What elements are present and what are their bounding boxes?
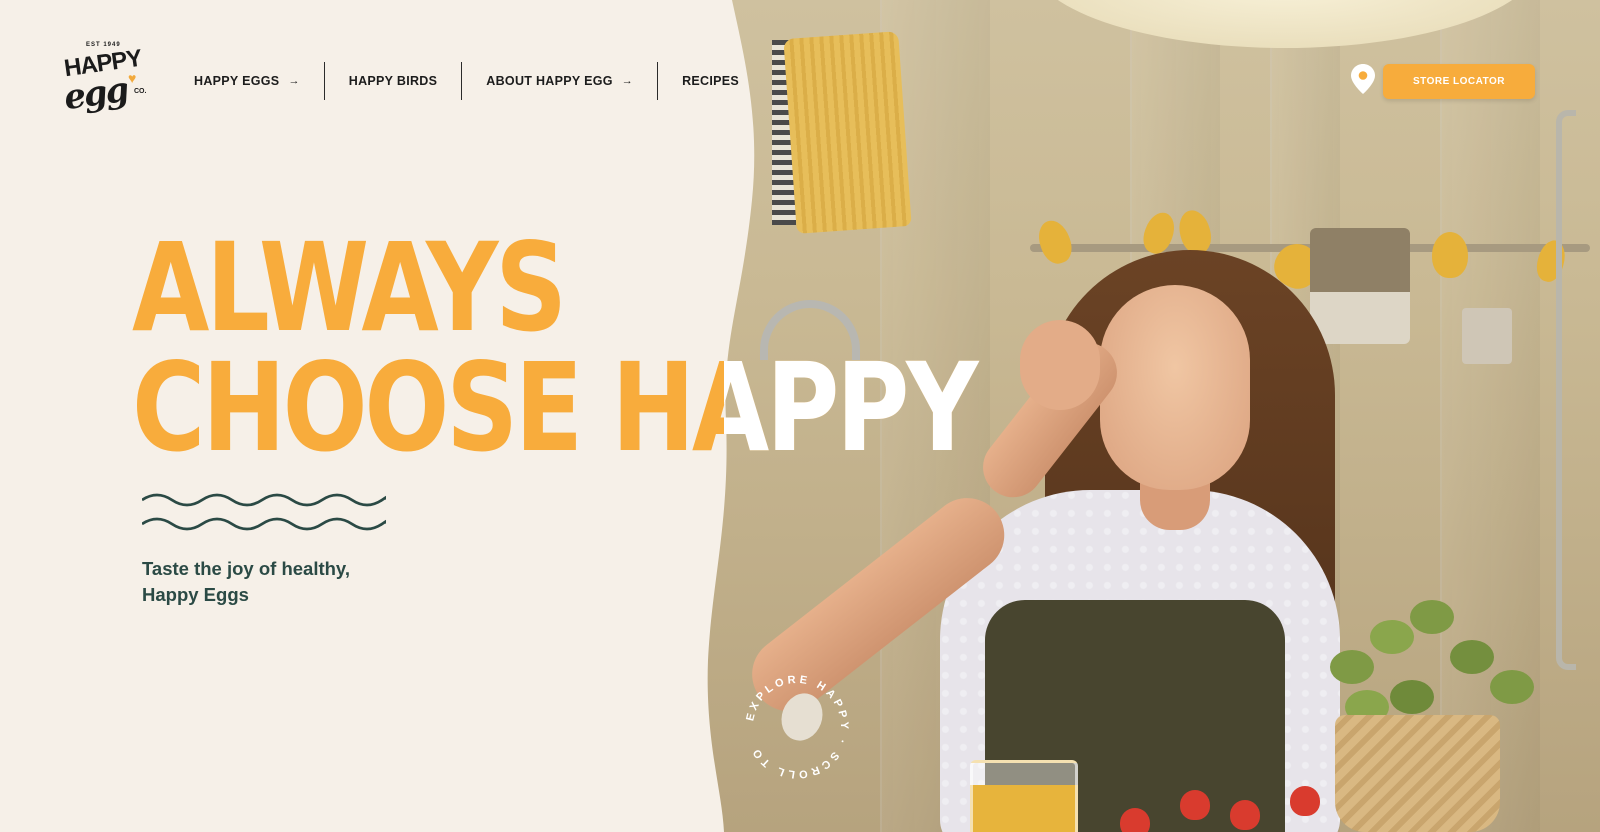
nav-item-label: ABOUT HAPPY EGG xyxy=(486,74,613,88)
store-locator-button[interactable]: STORE LOCATOR xyxy=(1383,64,1535,99)
nav-item-happy-eggs[interactable]: HAPPY EGGS → xyxy=(170,62,324,100)
spoon xyxy=(1432,232,1468,278)
logo-co-text: CO. xyxy=(134,88,147,95)
spoon xyxy=(1033,216,1077,268)
plant-leaf xyxy=(1330,650,1374,684)
girl-hand xyxy=(1020,320,1100,410)
cabinet-panel xyxy=(1440,0,1540,832)
nav-item-label: HAPPY EGGS xyxy=(194,74,280,88)
main-nav: HAPPY EGGS → HAPPY BIRDS ABOUT HAPPY EGG… xyxy=(170,62,763,100)
nav-item-label: RECIPES xyxy=(682,74,740,88)
heart-icon: ♥ xyxy=(128,70,137,86)
juice-glass xyxy=(970,760,1078,832)
strawberry xyxy=(1120,808,1150,832)
hero-tagline: Taste the joy of healthy, Happy Eggs xyxy=(142,558,350,605)
headline-line-2: CHOOSE HAPPY xyxy=(132,337,979,479)
nav-item-recipes[interactable]: RECIPES xyxy=(657,62,763,100)
nav-item-about-happy-egg[interactable]: ABOUT HAPPY EGG → xyxy=(461,62,657,100)
strawberry xyxy=(1290,786,1320,816)
headline-line-1: ALWAYS xyxy=(132,217,567,359)
happy-egg-logo[interactable]: EST 1949 HAPPY egg ♥ CO. xyxy=(62,40,148,120)
plant-leaf xyxy=(1450,640,1494,674)
egg-icon xyxy=(781,693,823,741)
hanging-cloth xyxy=(1310,228,1410,344)
wicker-plant-pot xyxy=(1335,715,1500,832)
fridge-handle xyxy=(1556,110,1576,670)
plant-leaf xyxy=(1370,620,1414,654)
yellow-towel xyxy=(783,31,912,234)
arrow-right-icon: → xyxy=(288,75,300,87)
utensil-cup xyxy=(1462,308,1512,364)
nav-item-label: HAPPY BIRDS xyxy=(348,74,438,88)
plant-leaf xyxy=(1490,670,1534,704)
map-pin-icon[interactable] xyxy=(1351,64,1375,94)
plant-leaf xyxy=(1410,600,1454,634)
arrow-right-icon: → xyxy=(621,75,634,87)
nav-item-happy-birds[interactable]: HAPPY BIRDS xyxy=(323,62,462,100)
strawberry xyxy=(1180,790,1210,820)
logo-word-egg: egg xyxy=(61,69,130,119)
scroll-to-explore-badge[interactable]: EXPLORE HAPPY · SCROLL TO xyxy=(742,672,852,782)
wave-divider xyxy=(142,493,386,531)
strawberry xyxy=(1230,800,1260,830)
girl-face xyxy=(1100,285,1250,490)
hero-headline: ALWAYS CHOOSE HAPPY xyxy=(132,217,979,479)
plant-leaf xyxy=(1390,680,1434,714)
